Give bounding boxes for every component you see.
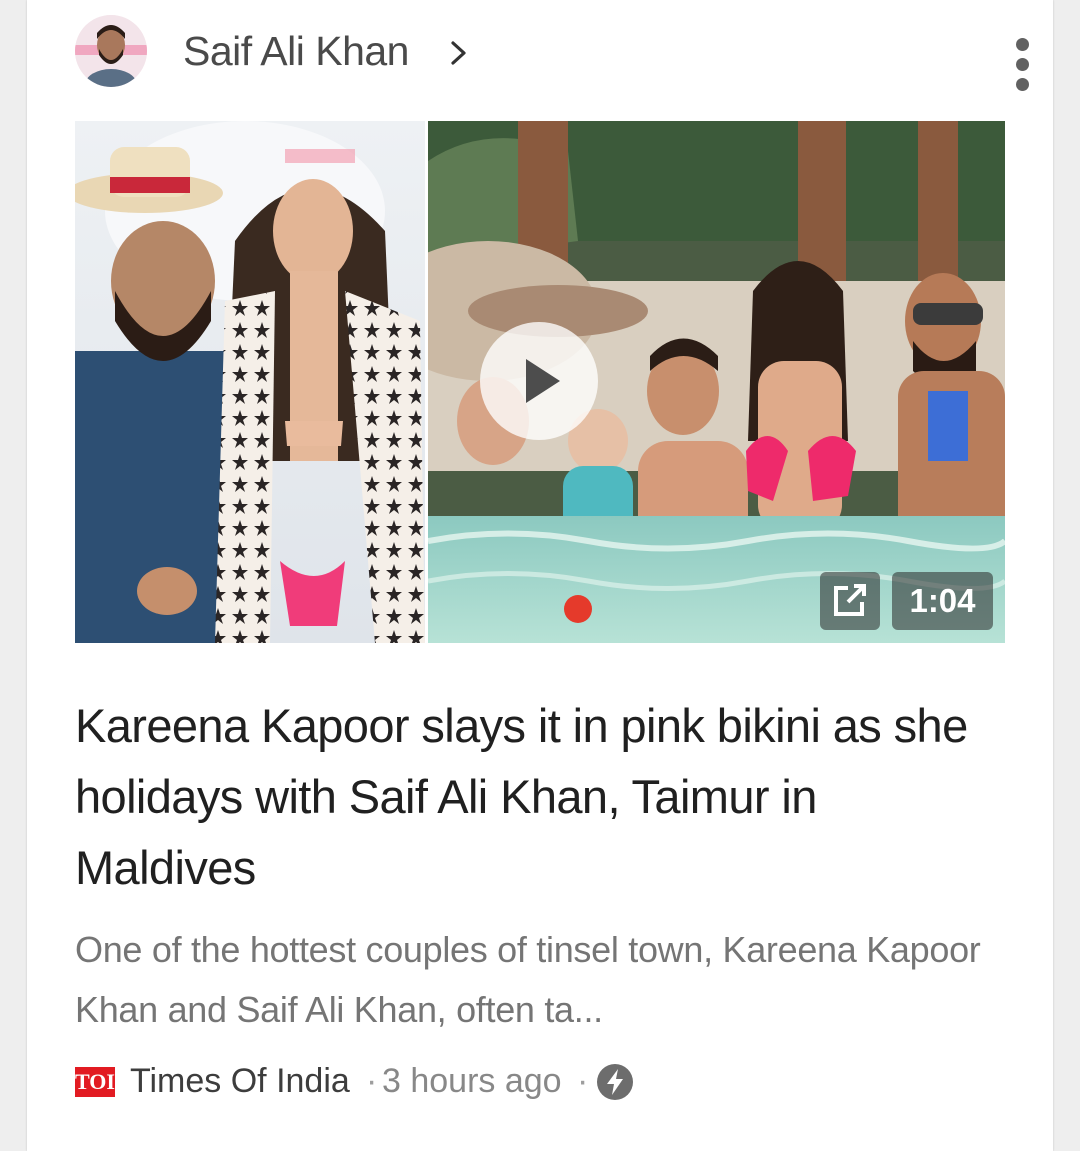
topic-header[interactable]: Saif Ali Khan — [75, 12, 1029, 92]
separator-dot: · — [366, 1062, 378, 1100]
video-thumbnail[interactable]: 1:04 — [75, 121, 1005, 643]
topic-name[interactable]: Saif Ali Khan — [183, 28, 410, 75]
play-icon — [526, 359, 560, 403]
chevron-right-icon[interactable] — [448, 40, 470, 66]
open-in-new-icon — [834, 584, 866, 616]
publish-time: 3 hours ago — [382, 1062, 562, 1100]
separator-dot: · — [577, 1062, 589, 1100]
thumbnail-photo-left — [75, 121, 425, 643]
story-headline[interactable]: Kareena Kapoor slays it in pink bikini a… — [75, 690, 995, 903]
source-name[interactable]: Times Of India — [130, 1062, 350, 1101]
topic-avatar — [75, 15, 147, 87]
play-button[interactable] — [480, 322, 598, 440]
video-duration: 1:04 — [892, 572, 993, 630]
open-in-new-button[interactable] — [820, 572, 880, 630]
more-vert-icon[interactable] — [1010, 38, 1034, 91]
amp-bolt-icon — [597, 1064, 633, 1100]
source-row: TOI Times Of India · 3 hours ago · — [75, 1060, 775, 1104]
source-logo: TOI — [75, 1067, 115, 1097]
news-card[interactable]: Saif Ali Khan 1:04 Kareena Kapoor slays … — [27, 0, 1053, 1151]
story-snippet: One of the hottest couples of tinsel tow… — [75, 929, 981, 1030]
